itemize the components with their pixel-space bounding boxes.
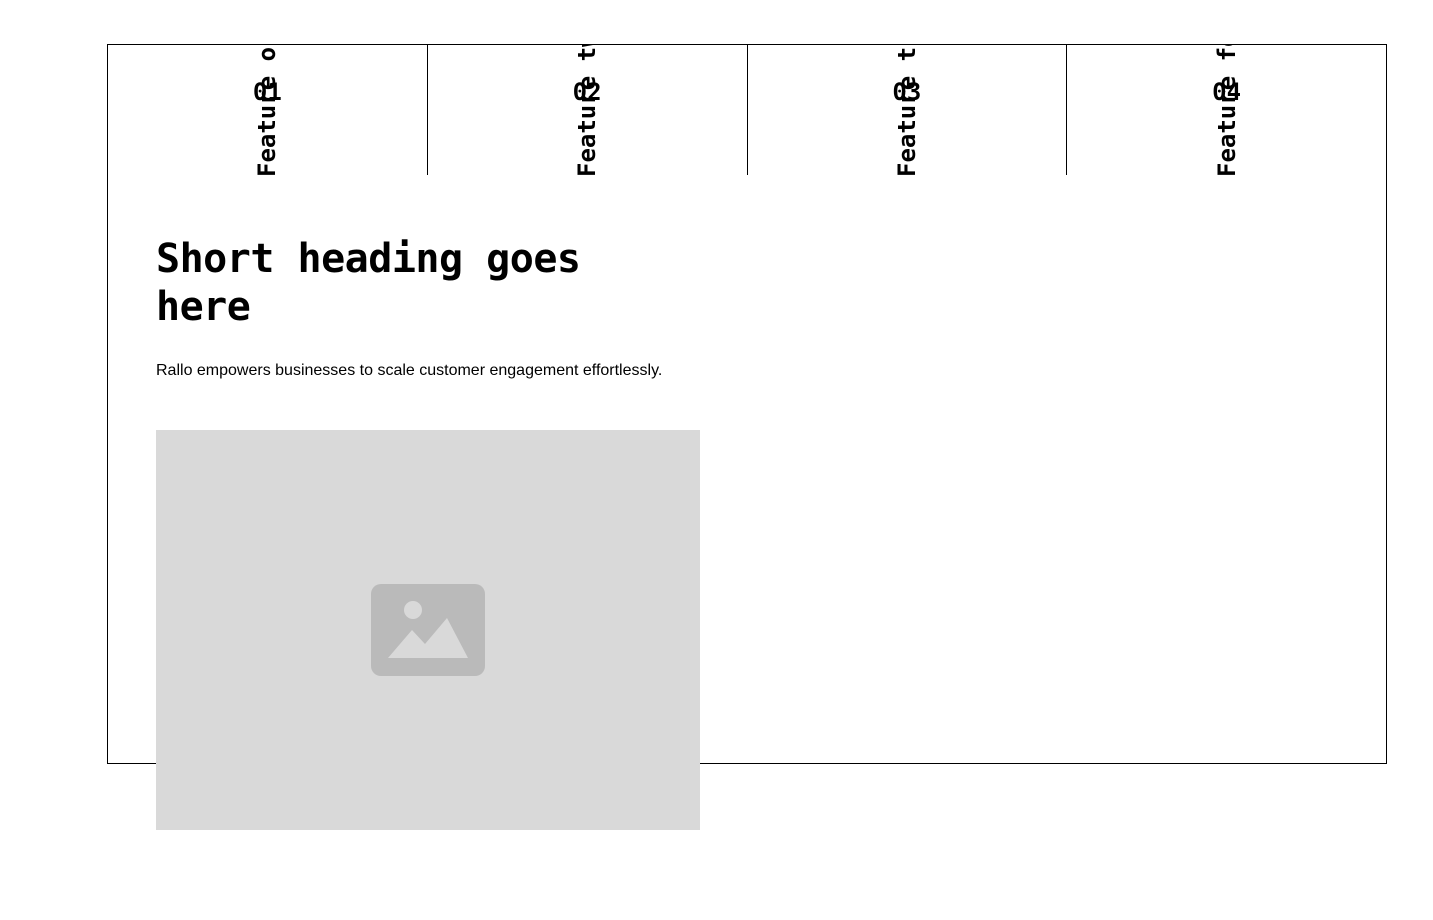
tab-number: 03 — [892, 78, 922, 106]
image-placeholder-icon — [371, 584, 485, 676]
tab-label: Feature one — [253, 45, 282, 175]
tab-number: 02 — [572, 78, 602, 106]
tab-feature-two[interactable]: Feature two 02 — [426, 45, 747, 175]
tab-list: Feature one 01 Feature two 02 Feature th… — [108, 45, 1386, 175]
section-description: Rallo empowers businesses to scale custo… — [156, 362, 663, 379]
tab-label: Feature two — [573, 45, 602, 175]
content-image — [156, 430, 700, 830]
tab-feature-three[interactable]: Feature three 03 — [746, 45, 1067, 175]
tab-feature-four[interactable]: Feature four 04 — [1066, 45, 1386, 175]
tab-number: 01 — [252, 78, 282, 106]
tab-number: 04 — [1212, 78, 1242, 106]
section-heading: Short heading goes here — [156, 236, 581, 330]
tab-label: Feature three — [892, 45, 921, 175]
tab-label: Feature four — [1212, 45, 1241, 175]
tab-feature-one[interactable]: Feature one 01 — [108, 45, 427, 175]
